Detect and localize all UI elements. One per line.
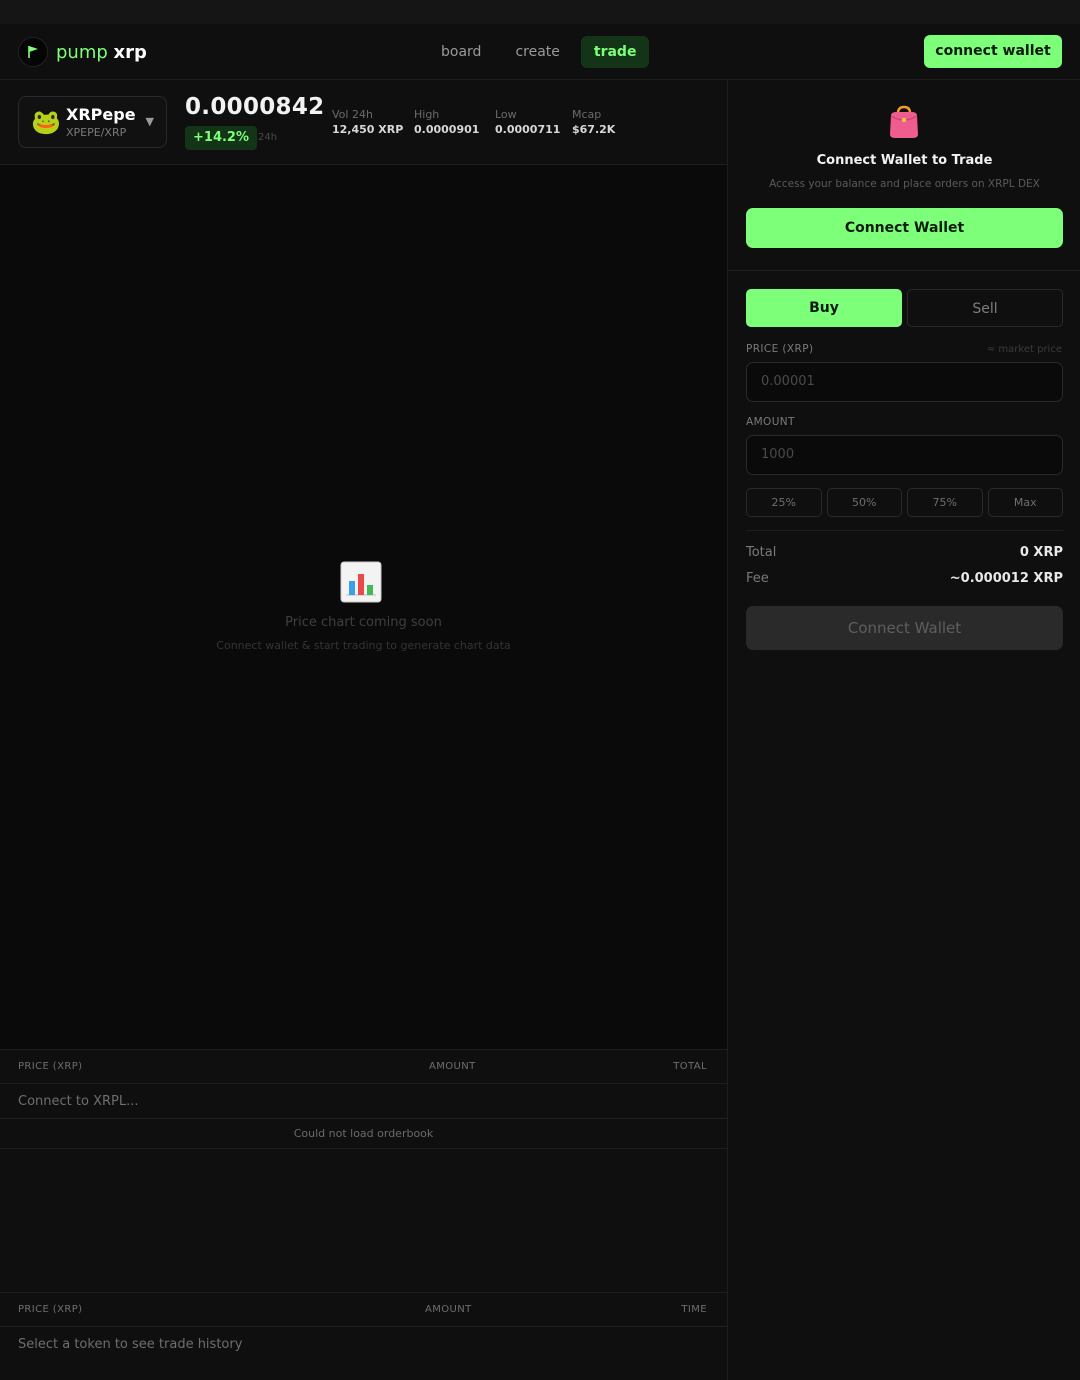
fee-label: Fee — [746, 571, 769, 586]
divider — [746, 530, 1063, 531]
bar-chart-icon — [340, 561, 382, 603]
orderbook-header: PRICE (XRP) AMOUNT TOTAL — [0, 1050, 727, 1084]
nav-link-board[interactable]: board — [428, 36, 494, 68]
stat-label: Vol 24h — [332, 108, 373, 121]
brand-name: pump xrp — [56, 42, 147, 63]
chart-placeholder-subtitle: Connect wallet & start trading to genera… — [216, 639, 511, 652]
orderbook-error: Could not load orderbook — [0, 1119, 727, 1149]
brand-name-right: xrp — [113, 41, 147, 63]
brand-logo[interactable]: pump xrp — [18, 37, 147, 67]
flag-icon — [18, 37, 48, 67]
amount-input[interactable]: 1000 — [746, 435, 1063, 475]
ticker-bar: 🐸 XRPepe XPEPE/XRP ▼ 0.0000842 +14.2% 24… — [0, 80, 727, 165]
total-value: 0 XRP — [1019, 545, 1063, 560]
amount-field-label: AMOUNT — [746, 416, 795, 428]
trade-history-header: PRICE (XRP) AMOUNT TIME — [0, 1293, 727, 1327]
col-amount: AMOUNT — [425, 1304, 472, 1315]
total-label: Total — [746, 545, 777, 560]
token-logo-icon: 🐸 — [31, 108, 61, 136]
col-time: TIME — [681, 1304, 707, 1315]
amount-percent-buttons: 25% 50% 75% Max — [746, 488, 1063, 517]
fee-value: ~0.000012 XRP — [949, 571, 1063, 586]
market-pane: 🐸 XRPepe XPEPE/XRP ▼ 0.0000842 +14.2% 24… — [0, 80, 727, 1380]
wallet-connect-box: Connect Wallet to Trade Access your bala… — [728, 80, 1080, 271]
top-strip — [0, 0, 1080, 24]
percent-75-button[interactable]: 75% — [907, 488, 983, 517]
brand-name-left: pump — [56, 41, 108, 63]
price-change-badge: +14.2% — [185, 126, 257, 150]
stat-label: Mcap — [572, 108, 602, 121]
tab-sell[interactable]: Sell — [907, 289, 1063, 327]
stat-label: Low — [495, 108, 517, 121]
stat-value: 0.0000901 — [414, 123, 480, 136]
stat-value: 12,450 XRP — [332, 123, 404, 136]
trade-history-empty-row: Select a token to see trade history — [0, 1327, 727, 1362]
wallet-connect-subtitle: Access your balance and place orders on … — [769, 178, 1040, 190]
col-price: PRICE (XRP) — [18, 1304, 83, 1315]
current-price: 0.0000842 — [185, 94, 325, 120]
chart-placeholder-title: Price chart coming soon — [285, 615, 442, 630]
orderbook-status-row: Connect to XRPL... — [0, 1084, 727, 1119]
purse-icon — [890, 105, 918, 138]
price-change-period: 24h — [258, 132, 278, 143]
trade-history: PRICE (XRP) AMOUNT TIME Select a token t… — [0, 1292, 727, 1380]
stat-mcap: Mcap $67.2K — [572, 108, 615, 136]
price-field-label: PRICE (XRP) — [746, 343, 814, 355]
stat-volume: Vol 24h 12,450 XRP — [332, 108, 403, 136]
stat-value: $67.2K — [572, 123, 616, 136]
top-nav: pump xrp board create trade connect wall… — [0, 24, 1080, 80]
trade-panel: Connect Wallet to Trade Access your bala… — [727, 80, 1080, 1380]
nav-link-create[interactable]: create — [502, 36, 572, 68]
order-side-tabs: Buy Sell — [746, 289, 1063, 327]
wallet-connect-title: Connect Wallet to Trade — [816, 153, 993, 168]
stat-high: High 0.0000901 — [414, 108, 479, 136]
percent-50-button[interactable]: 50% — [826, 488, 902, 517]
col-price: PRICE (XRP) — [18, 1061, 83, 1072]
price-field-hint: ≈ market price — [986, 344, 1062, 355]
chevron-down-icon: ▼ — [145, 115, 154, 128]
percent-25-button[interactable]: 25% — [746, 488, 822, 517]
token-pair-selector[interactable]: 🐸 XRPepe XPEPE/XRP ▼ — [18, 96, 167, 148]
submit-order-button[interactable]: Connect Wallet — [746, 606, 1063, 650]
price-input[interactable]: 0.00001 — [746, 362, 1063, 402]
token-name: XRPepe — [66, 105, 136, 124]
token-pair: XPEPE/XRP — [66, 126, 127, 139]
orderbook: PRICE (XRP) AMOUNT TOTAL Connect to XRPL… — [0, 1049, 727, 1292]
tab-buy[interactable]: Buy — [746, 289, 902, 327]
col-amount: AMOUNT — [429, 1061, 476, 1072]
percent-max-button[interactable]: Max — [987, 488, 1063, 517]
nav-link-trade[interactable]: trade — [580, 36, 650, 68]
col-total: TOTAL — [673, 1061, 707, 1072]
trade-history-empty: Select a token to see trade history — [18, 1337, 243, 1352]
stat-label: High — [414, 108, 440, 121]
price-chart-area: Price chart coming soon Connect wallet &… — [0, 165, 727, 1049]
connect-wallet-button[interactable]: connect wallet — [924, 35, 1062, 68]
stat-low: Low 0.0000711 — [495, 108, 560, 136]
connect-wallet-panel-button[interactable]: Connect Wallet — [746, 208, 1063, 248]
nav-links: board create trade — [428, 36, 650, 68]
stat-value: 0.0000711 — [495, 123, 561, 136]
orderbook-status: Connect to XRPL... — [18, 1094, 139, 1109]
